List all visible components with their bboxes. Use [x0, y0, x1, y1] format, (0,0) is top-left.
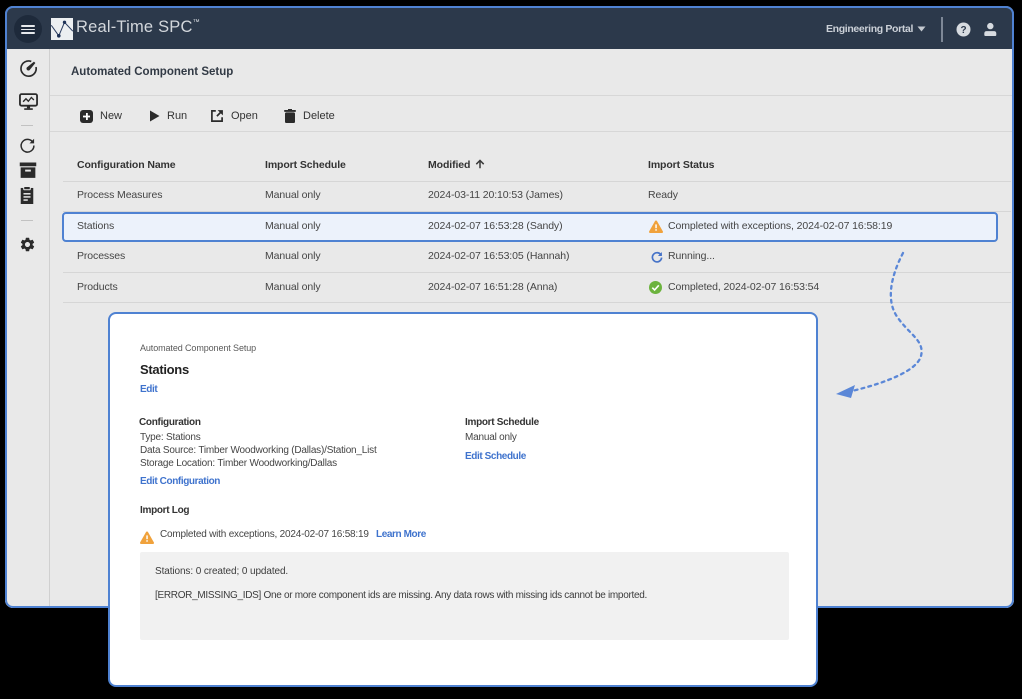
svg-text:?: ? [960, 25, 966, 36]
